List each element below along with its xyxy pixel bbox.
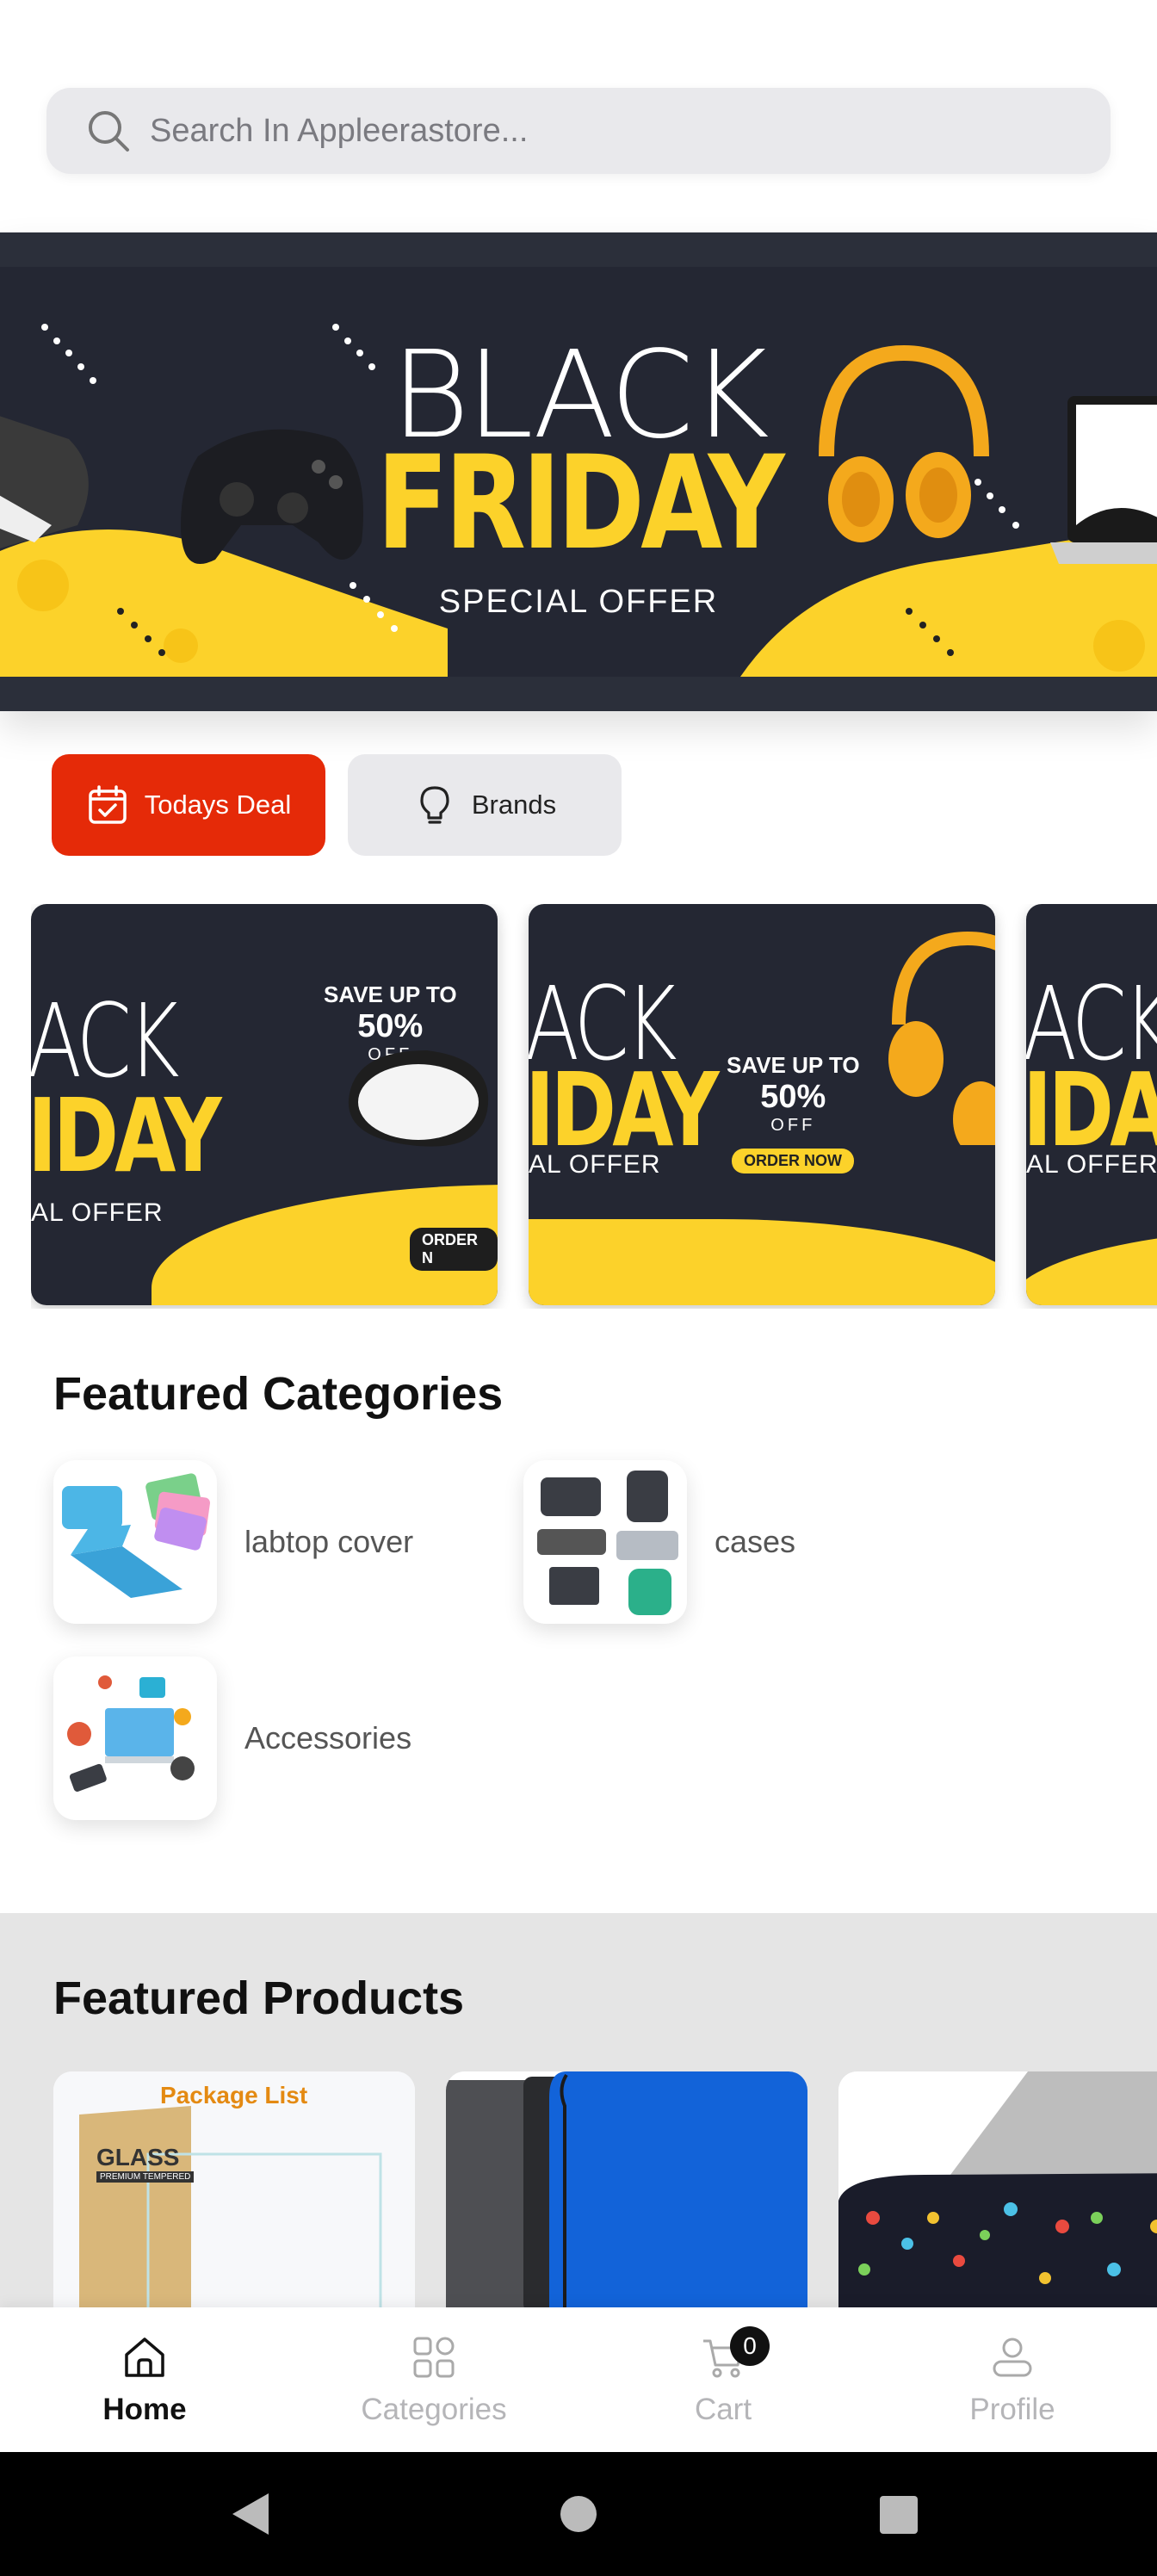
- search-bar[interactable]: [46, 88, 1111, 174]
- promo-carousel[interactable]: ACK IDAY AL OFFER SAVE UP TO 50% OFF ORD…: [31, 904, 1157, 1309]
- product-sub-text: PREMIUM TEMPERED: [96, 2171, 195, 2183]
- category-item-accessories[interactable]: Accessories: [53, 1656, 411, 1820]
- headphones-illustration: [888, 931, 995, 1145]
- nav-categories[interactable]: Categories: [289, 2307, 578, 2452]
- hero-banner[interactable]: BLACK FRIDAY SPECIAL OFFER: [0, 232, 1157, 711]
- hero-title-friday: FRIDAY: [376, 429, 784, 579]
- product-card[interactable]: [446, 2071, 807, 2313]
- hero-subtitle: SPECIAL OFFER: [438, 584, 719, 620]
- promo-card[interactable]: ACK IDA AL OFFER: [1026, 904, 1157, 1305]
- brands-button[interactable]: Brands: [348, 754, 622, 856]
- product-image: [838, 2071, 1157, 2313]
- recents-icon: [880, 2496, 918, 2534]
- nav-profile[interactable]: Profile: [868, 2307, 1157, 2452]
- nav-home-label: Home: [102, 2393, 187, 2426]
- nav-cart-label: Cart: [694, 2393, 752, 2426]
- promo-save-line2: 50%: [760, 1079, 826, 1115]
- promo-small-text: AL OFFER: [31, 1198, 164, 1227]
- category-thumbnail: [53, 1656, 217, 1820]
- category-thumbnail: [53, 1460, 217, 1624]
- categories-grid-icon: [413, 2337, 455, 2378]
- promo-card[interactable]: ACK IDAY AL OFFER SAVE UP TO 50% OFF ORD…: [31, 904, 498, 1305]
- search-input[interactable]: [150, 112, 1011, 150]
- bottom-navigation: Home Categories 0 Cart Profile: [0, 2307, 1157, 2452]
- nav-categories-label: Categories: [361, 2393, 507, 2426]
- nav-home[interactable]: Home: [0, 2307, 289, 2452]
- vr-headset-illustration: [348, 1050, 489, 1147]
- category-label: cases: [715, 1524, 796, 1559]
- promo-save-line1: SAVE UP TO: [727, 1052, 860, 1078]
- promo-small-text: AL OFFER: [1026, 1150, 1157, 1179]
- promo-order-button[interactable]: ORDER N: [410, 1228, 498, 1271]
- calendar-check-icon: [88, 785, 127, 824]
- quick-links: Todays Deal Brands: [52, 754, 622, 856]
- search-section: [0, 0, 1157, 232]
- product-card[interactable]: Package List GLASS PREMIUM TEMPERED: [53, 2071, 415, 2313]
- brands-label: Brands: [471, 790, 557, 820]
- product-image: [446, 2071, 807, 2313]
- category-item-cases[interactable]: cases: [523, 1460, 795, 1624]
- featured-categories-title: Featured Categories: [53, 1368, 504, 1420]
- home-icon: [125, 2338, 164, 2377]
- search-icon: [89, 111, 129, 152]
- home-circle-icon: [560, 2496, 597, 2532]
- product-brand-text: GLASS: [96, 2144, 180, 2170]
- category-label: Accessories: [244, 1720, 412, 1756]
- category-item-labtop-cover[interactable]: labtop cover: [53, 1460, 413, 1624]
- product-card[interactable]: [838, 2071, 1157, 2313]
- featured-products-title: Featured Products: [53, 1972, 465, 2024]
- todays-deal-label: Todays Deal: [144, 790, 292, 820]
- promo-small-text: AL OFFER: [529, 1150, 661, 1179]
- cart-count-badge: 0: [730, 2326, 770, 2366]
- system-navigation-bar: [0, 2452, 1157, 2576]
- promo-big-text-2: IDAY: [31, 1076, 222, 1195]
- nav-profile-label: Profile: [969, 2393, 1055, 2426]
- product-banner-heading: Package List: [160, 2082, 308, 2108]
- promo-order-button[interactable]: ORDER NOW: [732, 1149, 854, 1173]
- promo-card[interactable]: ACK IDAY AL OFFER SAVE UP TO 50% OFF ORD…: [529, 904, 995, 1305]
- category-thumbnail: [523, 1460, 687, 1624]
- promo-save-line3: OFF: [770, 1116, 816, 1135]
- category-label: labtop cover: [244, 1524, 414, 1559]
- lightbulb-icon: [420, 786, 449, 824]
- nav-cart[interactable]: 0 Cart: [578, 2307, 868, 2452]
- profile-icon: [993, 2338, 1032, 2377]
- promo-save-line1: SAVE UP TO: [324, 981, 457, 1007]
- promo-save-block: SAVE UP TO 50% OFF: [727, 1052, 860, 1136]
- back-icon: [232, 2493, 269, 2535]
- todays-deal-button[interactable]: Todays Deal: [52, 754, 325, 856]
